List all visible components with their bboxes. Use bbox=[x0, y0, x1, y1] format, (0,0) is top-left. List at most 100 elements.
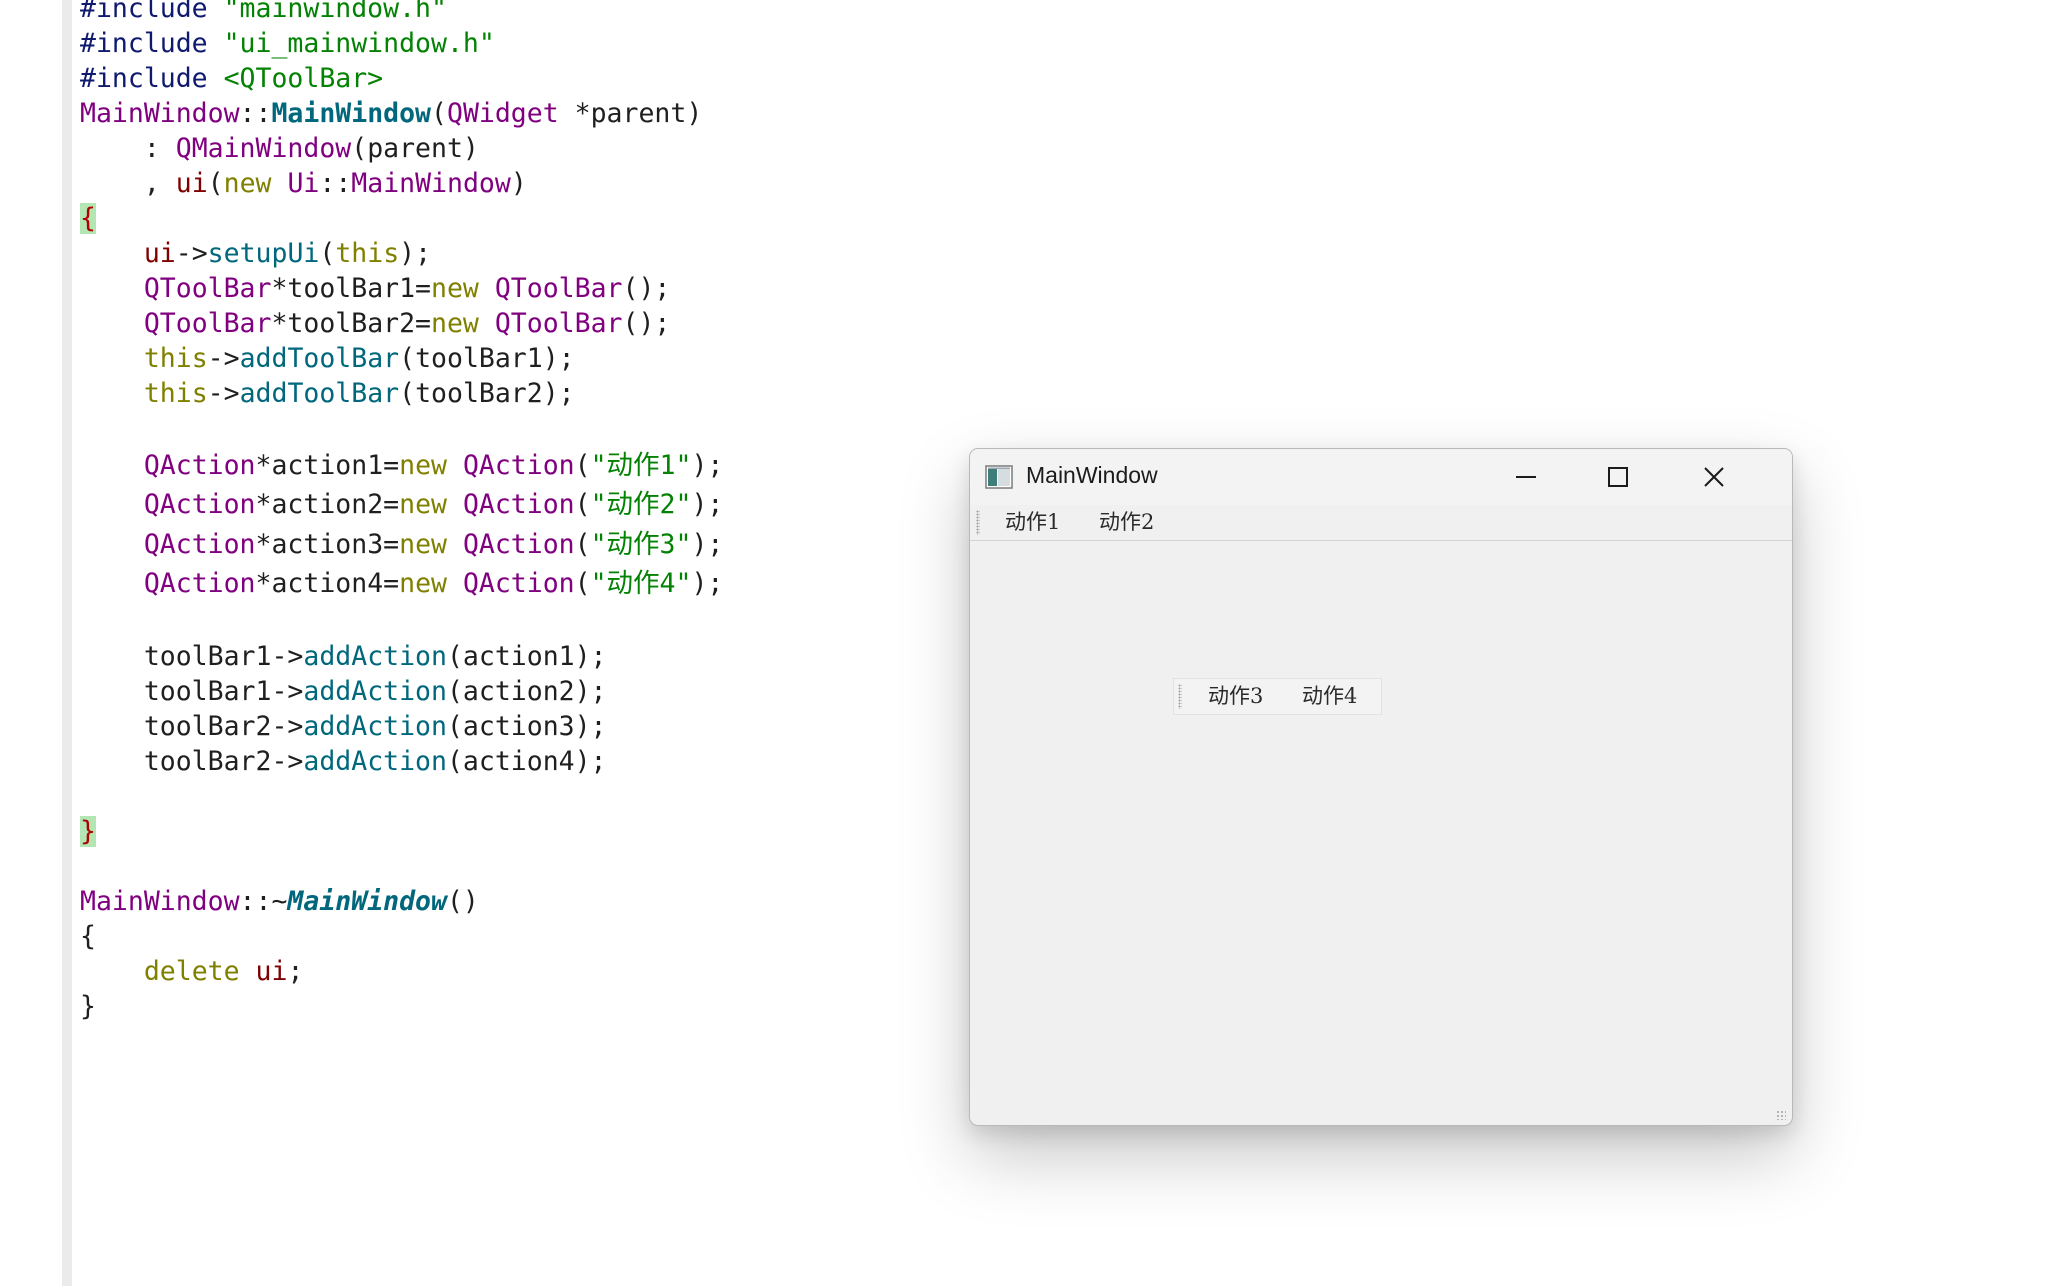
code-token: new bbox=[399, 528, 463, 560]
code-line: toolBar2->addAction(action4); bbox=[80, 744, 723, 779]
toolbar-drag-handle[interactable] bbox=[1178, 684, 1182, 709]
code-token: #include bbox=[80, 0, 224, 24]
code-line: { bbox=[80, 201, 723, 236]
code-line: #include "ui_mainwindow.h" bbox=[80, 26, 723, 61]
toolbar-action-2[interactable]: 动作2 bbox=[1099, 505, 1154, 540]
minimize-button[interactable] bbox=[1480, 449, 1572, 505]
code-token: QToolBar bbox=[143, 308, 272, 339]
code-token: #include bbox=[80, 28, 224, 59]
code-token: (toolBar1); bbox=[399, 343, 575, 374]
toolbar-action-4[interactable]: 动作4 bbox=[1302, 679, 1357, 714]
code-line: toolBar1->addAction(action2); bbox=[80, 674, 723, 709]
code-token: } bbox=[80, 990, 96, 1022]
code-token: "动作4" bbox=[590, 568, 692, 600]
code-token: : bbox=[80, 133, 176, 164]
code-token: "mainwindow.h" bbox=[223, 0, 447, 24]
code-token: new bbox=[399, 489, 463, 521]
code-token: MainWindow bbox=[80, 98, 240, 129]
qt-main-window[interactable]: MainWindow 动作1 动作2 动作3 动作4 bbox=[969, 448, 1793, 1126]
close-button[interactable] bbox=[1668, 449, 1760, 505]
maximize-button[interactable] bbox=[1572, 449, 1664, 505]
code-token: addToolBar bbox=[239, 343, 400, 374]
code-token: "动作2" bbox=[590, 489, 692, 521]
code-token: ui bbox=[255, 955, 288, 987]
code-token: this bbox=[143, 343, 208, 374]
code-token: *action2= bbox=[255, 489, 400, 521]
code-token: ui bbox=[175, 168, 208, 199]
code-token: (action2); bbox=[446, 675, 607, 707]
code-token: Ui bbox=[287, 168, 320, 199]
toolbar-action-3[interactable]: 动作3 bbox=[1208, 679, 1263, 714]
code-token: ( bbox=[319, 238, 336, 269]
code-token: -> bbox=[207, 378, 240, 409]
code-line: ui->setupUi(this); bbox=[80, 236, 723, 271]
application-icon bbox=[985, 465, 1013, 489]
code-token: (action4); bbox=[446, 745, 607, 777]
code-line: MainWindow::~MainWindow() bbox=[80, 884, 723, 919]
code-line: this->addToolBar(toolBar1); bbox=[80, 341, 723, 376]
toolbar-drag-handle[interactable] bbox=[976, 510, 980, 535]
code-token: :: bbox=[239, 98, 272, 129]
code-line: this->addToolBar(toolBar2); bbox=[80, 376, 723, 411]
code-token: * bbox=[558, 98, 591, 129]
code-token: QAction bbox=[143, 568, 256, 600]
code-token: ( bbox=[207, 168, 224, 199]
toolbar-floating: 动作3 动作4 bbox=[1173, 678, 1382, 715]
code-token: :: bbox=[319, 168, 352, 199]
code-token: new bbox=[223, 168, 288, 199]
code-line: toolBar1->addAction(action1); bbox=[80, 639, 723, 674]
close-icon bbox=[1704, 467, 1724, 487]
code-token: ; bbox=[287, 955, 304, 987]
code-token: ); bbox=[691, 489, 724, 521]
code-token: <QToolBar> bbox=[223, 63, 384, 94]
code-token: QToolBar bbox=[494, 273, 623, 304]
window-title: MainWindow bbox=[1026, 462, 1158, 488]
code-token: *action1= bbox=[255, 450, 400, 481]
code-token: *action3= bbox=[255, 528, 400, 560]
code-token: , bbox=[80, 168, 176, 199]
code-line: #include <QToolBar> bbox=[80, 61, 723, 96]
code-token: QToolBar bbox=[494, 308, 623, 339]
code-line: : QMainWindow(parent) bbox=[80, 131, 723, 166]
code-line: QToolBar*toolBar1=new QToolBar(); bbox=[80, 271, 723, 306]
code-line: QAction*action3=new QAction("动作3"); bbox=[80, 525, 724, 564]
code-token: ) bbox=[510, 168, 527, 199]
code-token: ); bbox=[691, 568, 724, 600]
code-token: } bbox=[80, 815, 96, 847]
code-token: (action1); bbox=[446, 640, 607, 672]
code-token: addToolBar bbox=[239, 378, 400, 409]
code-token: MainWindow bbox=[271, 98, 432, 129]
code-token: (); bbox=[622, 273, 671, 304]
toolbar-action-1[interactable]: 动作1 bbox=[1005, 505, 1060, 540]
code-line: QAction*action4=new QAction("动作4"); bbox=[80, 564, 724, 603]
resize-grip[interactable] bbox=[1776, 1110, 1786, 1120]
code-token: ); bbox=[691, 450, 724, 481]
code-token: new bbox=[399, 450, 463, 481]
code-token: ui bbox=[143, 238, 176, 269]
window-titlebar[interactable]: MainWindow bbox=[970, 449, 1792, 505]
code-token: ); bbox=[399, 238, 432, 269]
code-token: "ui_mainwindow.h" bbox=[223, 28, 495, 59]
editor-gutter bbox=[62, 0, 72, 1286]
code-line: MainWindow::MainWindow(QWidget *parent) bbox=[80, 96, 723, 131]
code-line: toolBar2->addAction(action3); bbox=[80, 709, 723, 744]
code-token: addAction bbox=[303, 675, 447, 707]
code-token: ( bbox=[574, 528, 591, 560]
code-token: this bbox=[143, 378, 208, 409]
code-token: new bbox=[431, 273, 495, 304]
code-token: MainWindow bbox=[351, 168, 511, 199]
code-token: "动作1" bbox=[590, 450, 692, 481]
code-token: toolBar1-> bbox=[80, 640, 304, 672]
code-token: ( bbox=[431, 98, 447, 129]
code-token: QAction bbox=[143, 528, 256, 560]
code-token: delete bbox=[143, 955, 256, 987]
code-token: ::~ bbox=[239, 885, 288, 917]
